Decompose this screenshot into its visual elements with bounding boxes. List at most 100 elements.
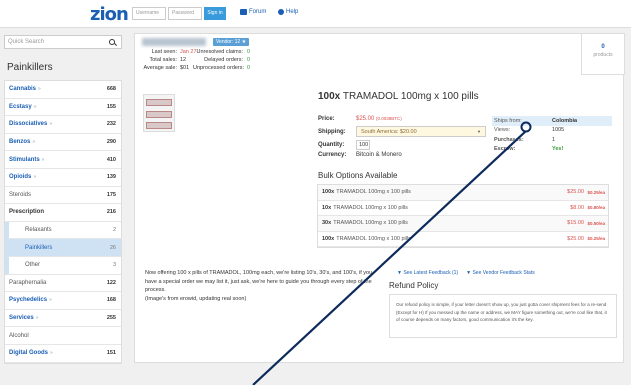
top-bar: zion Username Password Sign in Forum Hel…: [0, 0, 631, 28]
sidebar-item-label: Ecstasy: [9, 103, 32, 110]
help-link[interactable]: Help: [278, 9, 298, 15]
bulk-option-row[interactable]: 30x TRAMADOL 100mg x 100 pills $15.00 $0.50…: [318, 216, 608, 232]
help-label: Help: [286, 9, 299, 15]
vendor-feedback-link[interactable]: ▼ See Vendor Feedback Stats: [466, 270, 535, 276]
password-input[interactable]: Password: [168, 7, 202, 20]
username-input[interactable]: Username: [132, 7, 166, 20]
vendor-feedback-label: See Vendor Feedback Stats: [472, 270, 535, 276]
sidebar-item-count: 151: [106, 350, 116, 357]
category-title: Painkillers: [7, 62, 53, 73]
sidebar-item-relaxants[interactable]: Relaxants 2: [5, 221, 121, 240]
views-value: 1005: [552, 127, 565, 134]
vendor-level-badge: Vendor: 12 ★: [213, 38, 250, 46]
quantity-input[interactable]: 100: [356, 140, 370, 150]
product-title-name: TRAMADOL 100mg x 100 pills: [342, 91, 479, 102]
shipping-select[interactable]: South America: $20.00 ▼: [356, 126, 486, 137]
sidebar-item-label: Relaxants: [25, 227, 52, 234]
sidebar-item-digital-goods[interactable]: Digital Goods» 151: [5, 345, 121, 363]
price-row: Price: $25.00 (0.0038BTC): [318, 116, 402, 122]
product-image[interactable]: [143, 94, 175, 132]
sidebar: Quick Search Painkillers Cannabis» 668 Ecs…: [0, 32, 123, 385]
quantity-row: Quantity: 100: [318, 140, 370, 150]
search-placeholder: Quick Search: [8, 39, 45, 45]
sidebar-item-other[interactable]: Other 3: [5, 256, 121, 275]
pill-strip-image: [146, 111, 172, 118]
bulk-price: $25.00: [567, 189, 584, 196]
bulk-name: TRAMADOL 100mg x 100 pills: [336, 189, 411, 196]
refund-policy-title: Refund Policy: [389, 281, 439, 290]
sidebar-item-label: Steroids: [9, 191, 32, 198]
sidebar-item-paraphernalia[interactable]: Paraphernalia 122: [5, 275, 121, 293]
sidebar-item-count: 255: [106, 315, 116, 322]
sidebar-item-label: Prescription: [9, 209, 45, 216]
bulk-price: $25.00: [567, 235, 584, 242]
price-usd: $25.00: [356, 116, 375, 122]
expand-arrow-icon: »: [50, 350, 53, 357]
description-text: Now offering 100 x pills of TRAMADOL, 10…: [145, 270, 373, 293]
purchases-label: Purchases:: [494, 136, 524, 143]
price-value: $25.00 (0.0038BTC): [356, 116, 402, 122]
sidebar-item-label: Services: [9, 315, 34, 322]
signin-button[interactable]: Sign in: [204, 7, 226, 20]
latest-feedback-link[interactable]: ▼ See Latest Feedback (1): [397, 270, 458, 276]
sidebar-item-services[interactable]: Services» 255: [5, 310, 121, 328]
product-title: 100x TRAMADOL 100mg x 100 pills: [318, 91, 479, 102]
ships-from-value: Colombia: [552, 117, 578, 124]
sidebar-item-label: Psychedelics: [9, 297, 48, 304]
shipping-selected: South America: $20.00: [361, 129, 417, 135]
sidebar-item-label: Stimulants: [9, 156, 40, 163]
expand-arrow-icon: »: [49, 121, 53, 128]
bulk-option-row[interactable]: 100x TRAMADOL 100mg x 100 pills $25.00 $0.2…: [318, 185, 608, 201]
bulk-option-row[interactable]: 10x TRAMADOL 100mg x 100 pills $8.00 $0.80/…: [318, 201, 608, 216]
forum-link[interactable]: Forum: [240, 9, 266, 15]
ships-from-row: Ships from: Colombia: [492, 116, 612, 126]
sidebar-item-alcohol[interactable]: Alcohol: [5, 327, 121, 345]
sidebar-item-painkillers[interactable]: Painkillers 26: [5, 239, 121, 257]
bulk-options-title: Bulk Options Available: [318, 171, 398, 180]
sidebar-item-steroids[interactable]: Steroids 175: [5, 187, 121, 205]
sidebar-item-count: 122: [106, 279, 116, 286]
sidebar-item-ecstasy[interactable]: Ecstasy» 155: [5, 99, 121, 117]
sidebar-item-count: 290: [106, 139, 116, 146]
search-input[interactable]: Quick Search: [4, 35, 122, 49]
feedback-links: ▼ See Latest Feedback (1) ▼ See Vendor F…: [397, 270, 535, 276]
bulk-options-table: 100x TRAMADOL 100mg x 100 pills $25.00 $0.2…: [317, 184, 609, 248]
average-sale-label: Average sale:: [143, 65, 177, 71]
sidebar-item-count: 26: [109, 244, 116, 251]
purchases-row: Purchases: 1: [492, 135, 612, 145]
sidebar-item-prescription[interactable]: Prescription 216: [5, 204, 121, 222]
sidebar-item-benzos[interactable]: Benzos» 290: [5, 134, 121, 152]
unresolved-value: 0: [247, 49, 251, 55]
cart-panel[interactable]: 0 products: [581, 33, 625, 75]
escrow-label: Escrow:: [494, 146, 516, 153]
bulk-qty: 100x: [322, 189, 335, 196]
total-sales-label: Total sales:: [149, 57, 177, 63]
description-note: (Image's from erowid, updating real soon…: [145, 295, 247, 302]
bulk-name: TRAMADOL 100mg x 100 pills: [336, 235, 411, 242]
expand-arrow-icon: »: [33, 174, 37, 181]
bulk-qty: 30x: [322, 220, 332, 227]
bulk-option-row[interactable]: 100x TRAMADOL 100mg x 100 pills $25.00 $0.2…: [318, 232, 608, 247]
sidebar-item-count: 410: [106, 156, 116, 163]
expand-arrow-icon: »: [33, 103, 37, 110]
sidebar-item-count: 168: [106, 297, 116, 304]
unprocessed-value: 0: [247, 65, 251, 71]
delayed-value: 0: [247, 57, 251, 63]
sidebar-item-label: Painkillers: [25, 244, 53, 251]
sidebar-item-count: 155: [106, 103, 116, 110]
sidebar-item-count: 3: [112, 262, 116, 269]
search-icon[interactable]: [109, 39, 115, 45]
refund-policy-text: Our refund policy is simple, if your let…: [389, 294, 617, 338]
bulk-qty: 100x: [322, 235, 335, 242]
site-logo[interactable]: zion: [90, 4, 129, 25]
sidebar-item-psychedelics[interactable]: Psychedelics» 168: [5, 292, 121, 310]
currency-value: Bitcoin & Monero: [356, 152, 402, 158]
chat-icon: [240, 9, 247, 15]
sidebar-item-stimulants[interactable]: Stimulants» 410: [5, 151, 121, 169]
sidebar-item-opioids[interactable]: Opioids» 139: [5, 169, 121, 187]
sidebar-item-dissociatives[interactable]: Dissociatives» 232: [5, 116, 121, 134]
currency-label: Currency:: [318, 152, 347, 158]
sidebar-item-cannabis[interactable]: Cannabis» 668: [5, 81, 121, 99]
vendor-name-blurred[interactable]: [142, 38, 206, 46]
bulk-price: $8.00: [570, 204, 584, 211]
